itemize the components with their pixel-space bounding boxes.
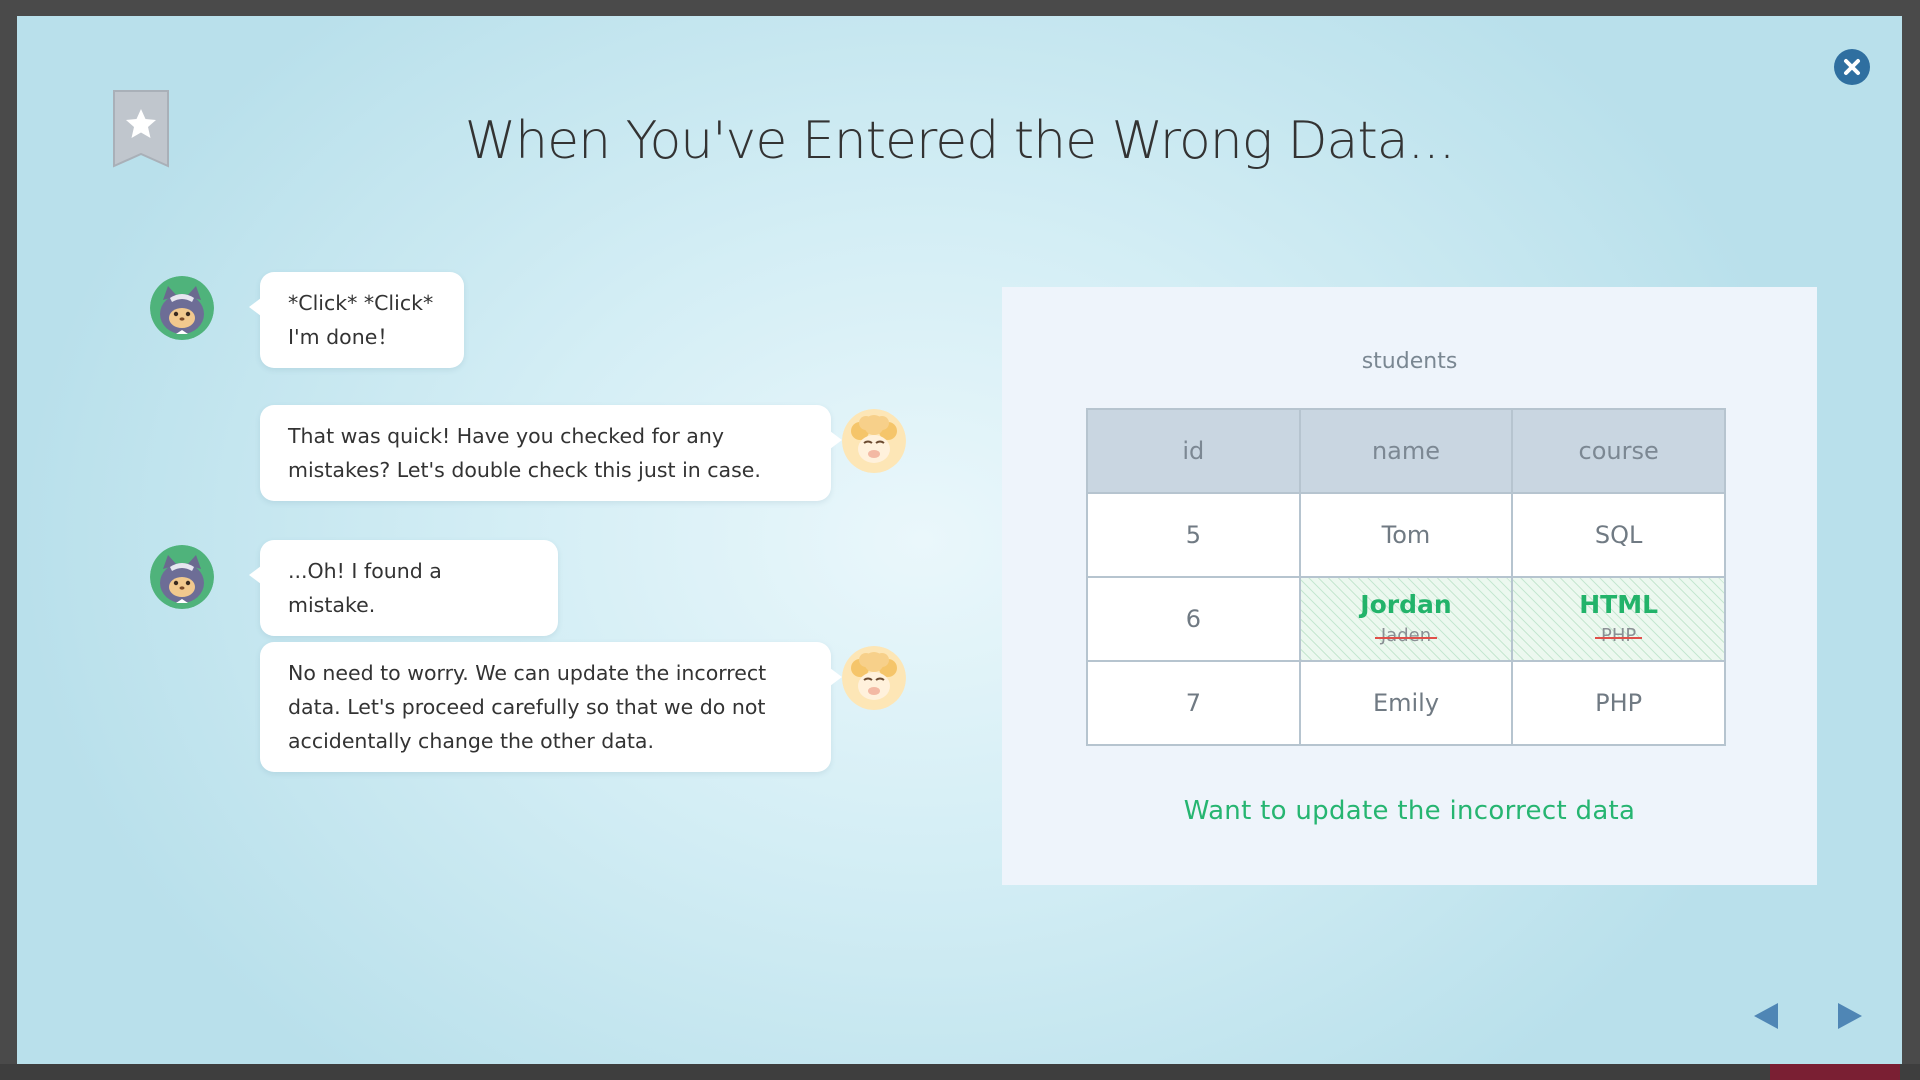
close-button[interactable] [1834, 49, 1870, 85]
table-row: 7 Emily PHP [1086, 660, 1726, 746]
column-header-id: id [1086, 408, 1301, 494]
cell-name: Tom [1298, 492, 1514, 578]
cell-course: PHP [1511, 660, 1726, 746]
contact-tab[interactable] [1770, 1064, 1900, 1080]
table-header-row: id name course [1086, 408, 1726, 494]
chat-bubble-4: No need to worry. We can update the inco… [260, 642, 842, 772]
cell-id: 7 [1086, 660, 1301, 746]
sheep-avatar [842, 409, 906, 473]
sheep-avatar [842, 646, 906, 710]
table-row-edited: 6 Jordan Jaden HTML PHP [1086, 576, 1726, 662]
triangle-right-icon [1838, 1003, 1862, 1029]
close-icon [1844, 59, 1860, 75]
cell-name: Emily [1298, 660, 1514, 746]
sheep-face-icon [842, 646, 906, 710]
cat-avatar [150, 545, 214, 609]
chat-bubble-line: *Click* *Click* [288, 291, 434, 315]
chat-bubble-line: ...Oh! I found a mistake. [288, 559, 442, 617]
table-panel: students id name course 5 Tom SQL 6 Jord… [1002, 287, 1817, 885]
cat-avatar [150, 276, 214, 340]
students-table: id name course 5 Tom SQL 6 Jordan Jaden [1086, 408, 1726, 746]
new-value: HTML [1579, 590, 1659, 619]
panel-note: Want to update the incorrect data [1183, 796, 1636, 826]
cell-course-edited: HTML PHP [1511, 576, 1726, 662]
slide-title: When You've Entered the Wrong Data... [464, 111, 1455, 171]
bottom-status-bar [0, 1064, 1920, 1080]
table-caption: students [1361, 349, 1458, 374]
cell-name-edited: Jordan Jaden [1298, 576, 1514, 662]
chat-bubble-line: mistakes? Let's double check this just i… [288, 458, 761, 482]
chat-bubble-3: ...Oh! I found a mistake. [249, 540, 558, 636]
chat-bubble-line: I'm done！ [288, 325, 398, 349]
old-value-struck: PHP [1595, 625, 1643, 647]
table-row: 5 Tom SQL [1086, 492, 1726, 578]
chat-bubble-1: *Click* *Click* I'm done！ [249, 272, 464, 368]
new-value: Jordan [1360, 590, 1452, 619]
next-slide-button[interactable] [1834, 1000, 1866, 1032]
slide-modal: When You've Entered the Wrong Data... *C… [17, 16, 1902, 1064]
chat-bubble-line: data. Let's proceed carefully so that we… [288, 695, 766, 719]
prev-slide-button[interactable] [1750, 1000, 1782, 1032]
cat-face-icon [150, 276, 214, 340]
cell-course: SQL [1511, 492, 1726, 578]
cell-id: 6 [1086, 576, 1301, 662]
chat-bubble-line: That was quick! Have you checked for any [288, 424, 724, 448]
cat-face-icon [150, 545, 214, 609]
sheep-face-icon [842, 409, 906, 473]
column-header-course: course [1511, 408, 1726, 494]
column-header-name: name [1298, 408, 1514, 494]
chat-bubble-2: That was quick! Have you checked for any… [260, 405, 842, 501]
triangle-left-icon [1754, 1003, 1778, 1029]
backdrop [0, 0, 1920, 16]
cell-id: 5 [1086, 492, 1301, 578]
chat-bubble-line: accidentally change the other data. [288, 729, 654, 753]
old-value-struck: Jaden [1374, 625, 1438, 647]
chat-bubble-line: No need to worry. We can update the inco… [288, 661, 767, 685]
